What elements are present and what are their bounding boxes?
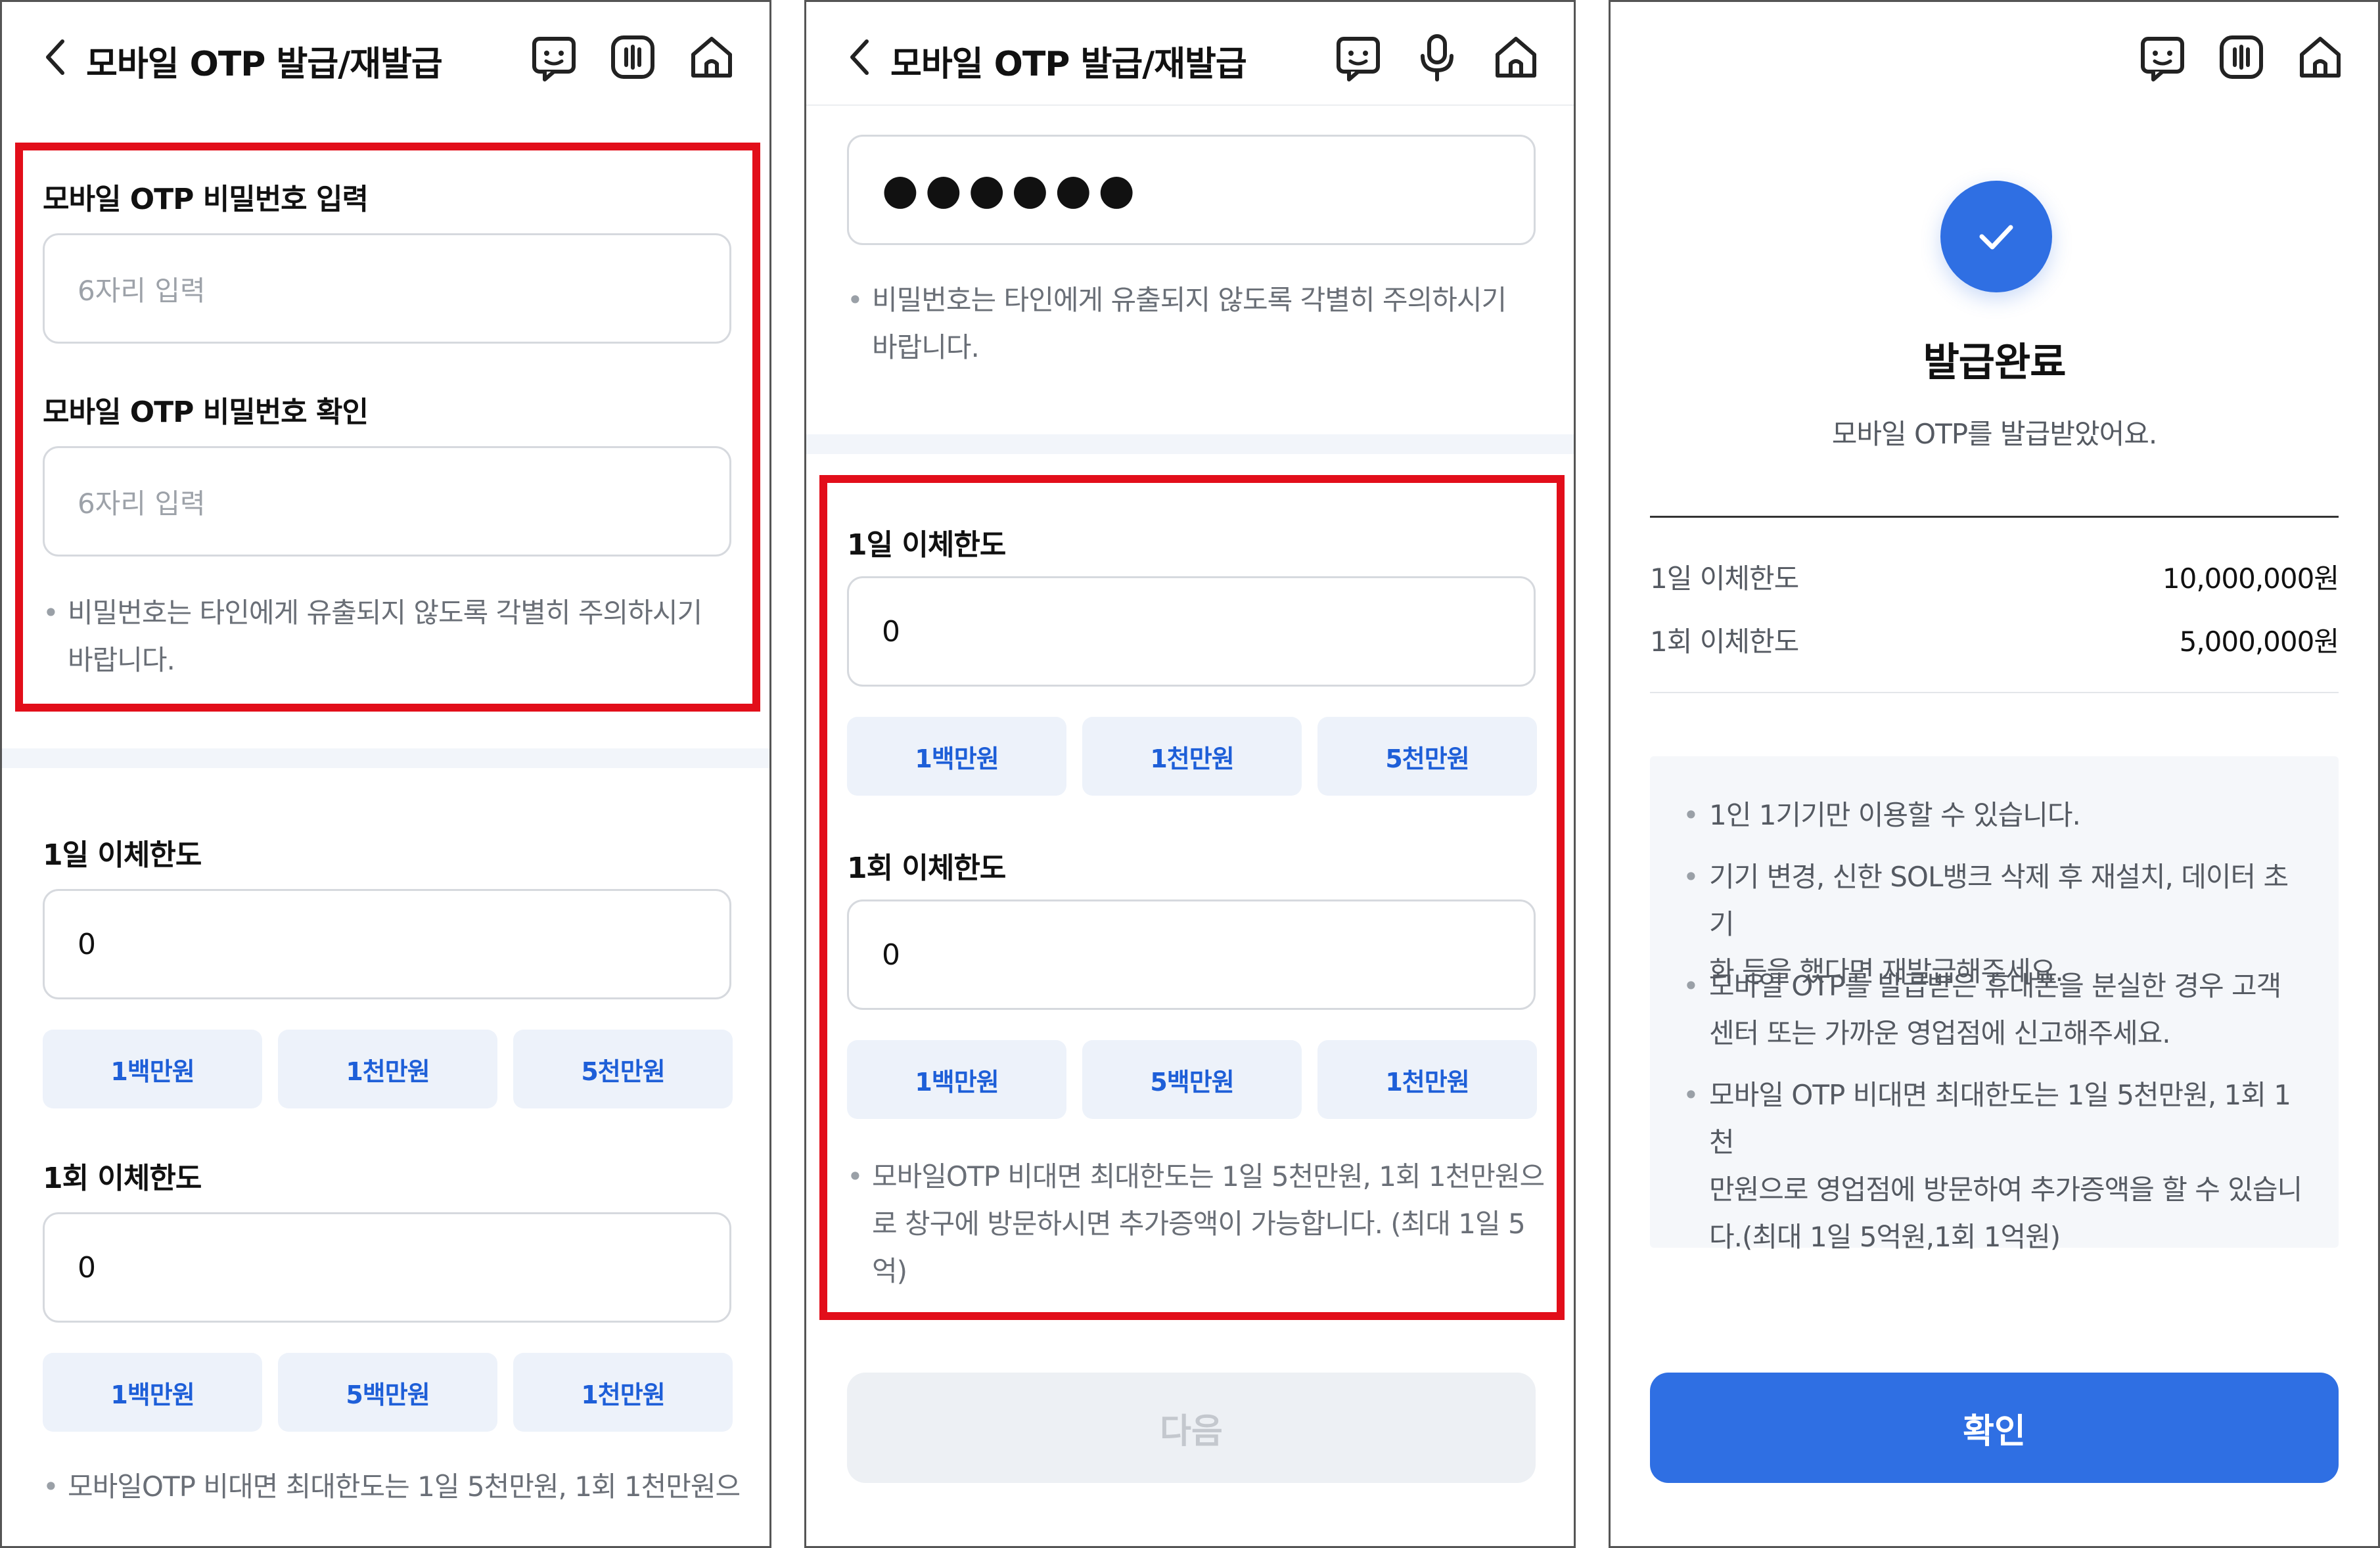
password-masked-value: ●●●●●●	[882, 166, 1142, 214]
password-confirm-label: 모바일 OTP 비밀번호 확인	[43, 396, 369, 429]
password-confirm-placeholder: 6자리 입력	[78, 487, 206, 520]
notice-line: 다.(최대 1일 5억원,1회 1억원)	[1709, 1221, 2061, 1253]
daily-limit-input[interactable]: 0	[43, 889, 731, 999]
limit-notice-line1: 모바일OTP 비대면 최대한도는 1일 5천만원, 1회 1천만원으	[872, 1160, 1545, 1193]
section-divider	[2, 748, 769, 768]
daily-limit-input[interactable]: 0	[847, 576, 1536, 687]
notice-line: 센터 또는 가까운 영업점에 신고해주세요.	[1709, 1017, 2171, 1049]
limit-notice: • 모바일OTP 비대면 최대한도는 1일 5천만원, 1회 1천만원으 로 창…	[847, 1153, 1550, 1295]
per-tx-limit-label: 1회 이체한도	[43, 1162, 202, 1195]
daily-limit-label: 1일 이체한도	[43, 838, 202, 872]
per-tx-chip-10m[interactable]: 1천만원	[1317, 1040, 1537, 1119]
password-confirm-input[interactable]: 6자리 입력	[43, 446, 731, 557]
password-notice: • 비밀번호는 타인에게 유출되지 않도록 각별히 주의하시기 바랍니다.	[847, 277, 1544, 371]
per-tx-limit-label: 1회 이체한도	[847, 852, 1006, 885]
summary-key: 1일 이체한도	[1650, 562, 1799, 595]
daily-chip-10m[interactable]: 1천만원	[1082, 717, 1302, 796]
screen-transfer-limits: 모바일 OTP 발급/재발급 ●●●●●● • 비밀번호는 타인에게 유출되지 …	[804, 0, 1576, 1548]
summary-top-rule	[1650, 516, 2339, 518]
microphone-icon[interactable]	[1408, 28, 1466, 86]
password-input[interactable]: 6자리 입력	[43, 233, 731, 344]
section-divider	[806, 434, 1574, 454]
per-tx-limit-value: 0	[882, 938, 900, 972]
complete-title: 발급완료	[1923, 340, 2067, 386]
complete-subtitle: 모바일 OTP를 발급받았어요.	[1831, 418, 2158, 450]
confirm-button[interactable]: 확인	[1650, 1373, 2339, 1483]
daily-chip-1m[interactable]: 1백만원	[43, 1030, 262, 1108]
daily-chip-50m[interactable]: 5천만원	[1317, 717, 1537, 796]
limit-notice-line1: 모바일OTP 비대면 최대한도는 1일 5천만원, 1회 1천만원으	[68, 1470, 741, 1503]
notice-line: 만원으로 영업점에 방문하여 추가증액을 할 수 있습니	[1709, 1173, 2302, 1206]
voice-bars-icon[interactable]	[604, 28, 662, 86]
chatbot-icon[interactable]	[2134, 28, 2191, 86]
back-icon[interactable]	[28, 28, 86, 86]
daily-limit-value: 0	[78, 927, 96, 961]
home-icon[interactable]	[2291, 28, 2349, 86]
per-tx-limit-value: 0	[78, 1250, 96, 1285]
password-notice-line1: 비밀번호는 타인에게 유출되지 않도록 각별히 주의하시기	[872, 284, 1507, 316]
notice-line: 모바일 OTP를 발급받은 휴대폰을 분실한 경우 고객	[1709, 970, 2281, 1002]
limit-notice-line2: 로 창구에 방문하시면 추가증액이 가능합니다. (최대 1일 5	[872, 1208, 1526, 1240]
daily-chip-10m[interactable]: 1천만원	[278, 1030, 497, 1108]
summary-bottom-rule	[1650, 692, 2339, 693]
summary-key: 1회 이체한도	[1650, 626, 1799, 658]
home-icon[interactable]	[683, 28, 741, 86]
notice-item: • 모바일 OTP 비대면 최대한도는 1일 5천만원, 1회 1천 만원으로 …	[1683, 1072, 2312, 1261]
chatbot-icon[interactable]	[525, 28, 583, 86]
per-tx-chip-5m[interactable]: 5백만원	[278, 1353, 497, 1432]
password-notice-line2: 바랍니다.	[68, 644, 175, 676]
summary-value: 10,000,000원	[2162, 562, 2339, 595]
screen-issue-complete: 발급완료 모바일 OTP를 발급받았어요. 1일 이체한도 10,000,000…	[1609, 0, 2380, 1548]
daily-chip-50m[interactable]: 5천만원	[513, 1030, 733, 1108]
header-divider	[806, 104, 1574, 106]
voice-bars-icon[interactable]	[2212, 28, 2270, 86]
daily-chip-1m[interactable]: 1백만원	[847, 717, 1066, 796]
back-icon[interactable]	[833, 28, 890, 86]
password-input[interactable]: ●●●●●●	[847, 135, 1536, 245]
password-placeholder: 6자리 입력	[78, 274, 206, 307]
summary-value: 5,000,000원	[2179, 626, 2339, 658]
summary-row-per-tx: 1회 이체한도 5,000,000원	[1650, 620, 2339, 660]
per-tx-chip-1m[interactable]: 1백만원	[847, 1040, 1066, 1119]
summary-row-daily: 1일 이체한도 10,000,000원	[1650, 557, 2339, 597]
chatbot-icon[interactable]	[1329, 28, 1387, 86]
password-notice-line2: 바랍니다.	[872, 331, 980, 363]
notice-item: • 1인 1기기만 이용할 수 있습니다.	[1683, 792, 2312, 839]
notice-line: 1인 1기기만 이용할 수 있습니다.	[1709, 799, 2081, 831]
limit-notice-line3: 억)	[872, 1255, 907, 1287]
per-tx-limit-input[interactable]: 0	[43, 1212, 731, 1323]
check-icon	[1940, 181, 2052, 292]
per-tx-chip-1m[interactable]: 1백만원	[43, 1353, 262, 1432]
password-notice-line1: 비밀번호는 타인에게 유출되지 않도록 각별히 주의하시기	[68, 597, 702, 629]
page-title: 모바일 OTP 발급/재발급	[890, 45, 1247, 84]
per-tx-limit-input[interactable]: 0	[847, 899, 1536, 1010]
password-notice: • 비밀번호는 타인에게 유출되지 않도록 각별히 주의하시기 바랍니다.	[43, 589, 739, 684]
notice-line: 기기 변경, 신한 SOL뱅크 삭제 후 재설치, 데이터 초기	[1709, 861, 2289, 940]
daily-limit-value: 0	[882, 614, 900, 649]
notice-box: • 1인 1기기만 이용할 수 있습니다. • 기기 변경, 신한 SOL뱅크 …	[1650, 756, 2339, 1253]
notice-item: • 모바일 OTP를 발급받은 휴대폰을 분실한 경우 고객 센터 또는 가까운…	[1683, 963, 2312, 1057]
per-tx-chip-5m[interactable]: 5백만원	[1082, 1040, 1302, 1119]
per-tx-chip-10m[interactable]: 1천만원	[513, 1353, 733, 1432]
next-button[interactable]: 다음	[847, 1373, 1536, 1483]
home-icon[interactable]	[1487, 28, 1545, 86]
password-label: 모바일 OTP 비밀번호 입력	[43, 183, 369, 216]
page-title: 모바일 OTP 발급/재발급	[86, 45, 443, 84]
daily-limit-label: 1일 이체한도	[847, 528, 1006, 562]
screen-otp-password-entry: 모바일 OTP 발급/재발급 모바일 OTP 비밀번호 입력 6자리 입력 모바…	[0, 0, 771, 1548]
notice-line: 모바일 OTP 비대면 최대한도는 1일 5천만원, 1회 1천	[1709, 1079, 2291, 1158]
limit-notice: • 모바일OTP 비대면 최대한도는 1일 5천만원, 1회 1천만원으	[43, 1463, 766, 1511]
